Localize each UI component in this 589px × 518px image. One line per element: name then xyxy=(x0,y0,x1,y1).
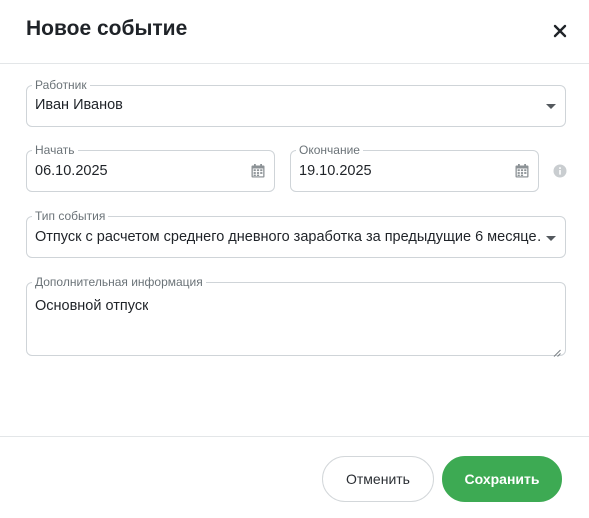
save-button[interactable]: Сохранить xyxy=(442,456,562,502)
start-date-field[interactable]: Начать 06.10.2025 xyxy=(26,143,275,192)
event-type-label: Тип события xyxy=(32,209,109,223)
chevron-down-icon xyxy=(546,236,556,241)
dialog-header: Новое событие xyxy=(0,0,589,64)
end-date-label: Окончание xyxy=(296,143,363,157)
employee-select[interactable]: Работник Иван Иванов xyxy=(26,78,566,127)
new-event-dialog: Новое событие Работник Иван Иванов Начат… xyxy=(0,0,589,517)
employee-value: Иван Иванов xyxy=(35,97,123,113)
additional-info-value: Основной отпуск xyxy=(35,298,149,314)
chevron-down-icon xyxy=(546,104,556,109)
additional-info-textarea[interactable]: Дополнительная информация Основной отпус… xyxy=(26,275,566,357)
dialog-title: Новое событие xyxy=(26,17,188,40)
start-date-label: Начать xyxy=(32,143,78,157)
event-type-value: Отпуск с расчетом среднего дневного зара… xyxy=(35,229,540,245)
close-icon[interactable] xyxy=(549,20,571,42)
start-date-value: 06.10.2025 xyxy=(35,163,108,179)
end-date-value: 19.10.2025 xyxy=(299,163,372,179)
event-type-select[interactable]: Тип события Отпуск с расчетом среднего д… xyxy=(26,209,566,258)
additional-info-label: Дополнительная информация xyxy=(32,275,206,289)
calendar-icon[interactable] xyxy=(251,164,265,178)
resize-handle-icon[interactable] xyxy=(553,344,561,357)
calendar-icon[interactable] xyxy=(515,164,529,178)
employee-label: Работник xyxy=(32,78,90,92)
dialog-footer: Отменить Сохранить xyxy=(0,436,589,518)
cancel-button[interactable]: Отменить xyxy=(322,456,434,502)
end-date-field[interactable]: Окончание 19.10.2025 xyxy=(290,143,539,192)
info-icon[interactable] xyxy=(553,164,567,178)
